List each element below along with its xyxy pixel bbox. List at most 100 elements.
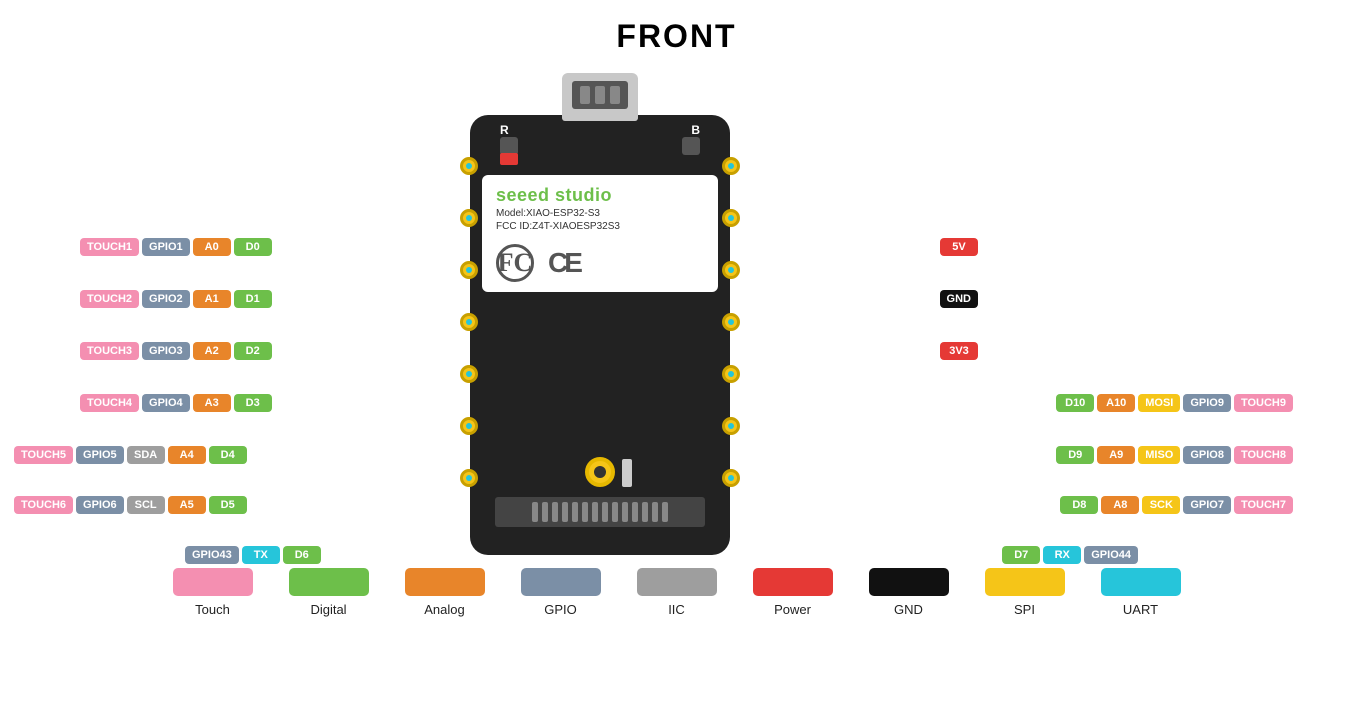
legend-analog-label: Analog <box>424 602 464 617</box>
ce-logo: CE <box>548 247 579 279</box>
legend-spi-label: SPI <box>1014 602 1035 617</box>
badge-a8: A8 <box>1101 496 1139 514</box>
pin-row-left-6: TOUCH6 GPIO6 SCL A5 D5 <box>14 496 247 514</box>
badge-gpio44: GPIO44 <box>1084 546 1138 564</box>
btn-b[interactable] <box>682 137 700 155</box>
badge-d9: D9 <box>1056 446 1094 464</box>
badge-gpio3: GPIO3 <box>142 342 190 360</box>
badge-gpio7: GPIO7 <box>1183 496 1231 514</box>
legend-touch-label: Touch <box>195 602 230 617</box>
board-connector <box>585 457 615 487</box>
pin-row-right-7: D7 RX GPIO44 <box>1002 546 1138 564</box>
badge-touch2: TOUCH2 <box>80 290 139 308</box>
legend-uart-label: UART <box>1123 602 1158 617</box>
badge-touch4: TOUCH4 <box>80 394 139 412</box>
badge-3v3: 3V3 <box>940 342 978 360</box>
badge-touch1: TOUCH1 <box>80 238 139 256</box>
legend-gnd-label: GND <box>894 602 923 617</box>
legend-analog: Analog <box>405 568 485 617</box>
badge-touch8: TOUCH8 <box>1234 446 1293 464</box>
badge-scl: SCL <box>127 496 165 514</box>
legend-gnd: GND <box>869 568 949 617</box>
badge-d6: D6 <box>283 546 321 564</box>
pin-holes-right <box>722 140 740 504</box>
badge-gpio2: GPIO2 <box>142 290 190 308</box>
legend-iic: IIC <box>637 568 717 617</box>
legend: Touch Digital Analog GPIO IIC Power GND <box>0 568 1353 617</box>
badge-gpio4: GPIO4 <box>142 394 190 412</box>
badge-gnd: GND <box>940 290 978 308</box>
pin-row-right-6: D8 A8 SCK GPIO7 TOUCH7 <box>1060 496 1293 514</box>
pin-holes-left <box>460 140 478 504</box>
usb-connector <box>562 73 638 121</box>
legend-power: Power <box>753 568 833 617</box>
pin-row-right-4: D10 A10 MOSI GPIO9 TOUCH9 <box>1056 394 1293 412</box>
badge-d0: D0 <box>234 238 272 256</box>
legend-gpio: GPIO <box>521 568 601 617</box>
badge-d7: D7 <box>1002 546 1040 564</box>
badge-sck: SCK <box>1142 496 1180 514</box>
white-light <box>622 459 632 487</box>
legend-digital: Digital <box>289 568 369 617</box>
badge-gpio5: GPIO5 <box>76 446 124 464</box>
fcc-text: FCC ID:Z4T-XIAOESP32S3 <box>496 221 704 232</box>
pin-row-left-2: TOUCH2 GPIO2 A1 D1 <box>80 290 272 308</box>
legend-spi: SPI <box>985 568 1065 617</box>
badge-a4: A4 <box>168 446 206 464</box>
badge-gpio6: GPIO6 <box>76 496 124 514</box>
board-label: seeed studio Model:XIAO-ESP32-S3 FCC ID:… <box>482 175 718 292</box>
badge-mosi: MOSI <box>1138 394 1180 412</box>
pin-row-right-5: D9 A9 MISO GPIO8 TOUCH8 <box>1056 446 1293 464</box>
pin-row-left-3: TOUCH3 GPIO3 A2 D2 <box>80 342 272 360</box>
badge-d4: D4 <box>209 446 247 464</box>
badge-d1: D1 <box>234 290 272 308</box>
badge-a5: A5 <box>168 496 206 514</box>
badge-gpio8: GPIO8 <box>1183 446 1231 464</box>
badge-d10: D10 <box>1056 394 1094 412</box>
pin-row-left-4: TOUCH4 GPIO4 A3 D3 <box>80 394 272 412</box>
pin-row-left-5: TOUCH5 GPIO5 SDA A4 D4 <box>14 446 247 464</box>
badge-a0: A0 <box>193 238 231 256</box>
badge-touch3: TOUCH3 <box>80 342 139 360</box>
bottom-strip <box>495 497 705 527</box>
label-r: R <box>500 123 509 137</box>
badge-miso: MISO <box>1138 446 1180 464</box>
legend-touch: Touch <box>173 568 253 617</box>
legend-power-label: Power <box>774 602 811 617</box>
badge-gpio1: GPIO1 <box>142 238 190 256</box>
badge-touch6: TOUCH6 <box>14 496 73 514</box>
pin-row-right-3: 3V3 <box>940 342 978 360</box>
board: R B seeed studio Model:XIAO-ESP32-S3 FCC… <box>470 115 730 555</box>
legend-uart: UART <box>1101 568 1181 617</box>
legend-iic-label: IIC <box>668 602 685 617</box>
badge-sda: SDA <box>127 446 165 464</box>
pin-row-left-1: TOUCH1 GPIO1 A0 D0 <box>80 238 272 256</box>
badge-d5: D5 <box>209 496 247 514</box>
badge-a9: A9 <box>1097 446 1135 464</box>
badge-touch7: TOUCH7 <box>1234 496 1293 514</box>
pin-row-right-2: GND <box>940 290 978 308</box>
badge-touch9: TOUCH9 <box>1234 394 1293 412</box>
badge-gpio43: GPIO43 <box>185 546 239 564</box>
brand-text: seeed studio <box>496 185 704 206</box>
badge-gpio9: GPIO9 <box>1183 394 1231 412</box>
badge-rx: RX <box>1043 546 1081 564</box>
fc-logo: FC <box>496 244 534 282</box>
badge-touch5: TOUCH5 <box>14 446 73 464</box>
red-component <box>500 153 518 165</box>
model-text: Model:XIAO-ESP32-S3 <box>496 208 704 219</box>
badge-a2: A2 <box>193 342 231 360</box>
label-b: B <box>691 123 700 137</box>
diagram-area: R B seeed studio Model:XIAO-ESP32-S3 FCC… <box>0 55 1353 635</box>
badge-d8: D8 <box>1060 496 1098 514</box>
legend-gpio-label: GPIO <box>544 602 577 617</box>
legend-digital-label: Digital <box>310 602 346 617</box>
badge-a3: A3 <box>193 394 231 412</box>
page-title: FRONT <box>0 0 1353 55</box>
badge-tx: TX <box>242 546 280 564</box>
badge-d3: D3 <box>234 394 272 412</box>
badge-5v: 5V <box>940 238 978 256</box>
pin-row-right-1: 5V <box>940 238 978 256</box>
badge-d2: D2 <box>234 342 272 360</box>
badge-a1: A1 <box>193 290 231 308</box>
